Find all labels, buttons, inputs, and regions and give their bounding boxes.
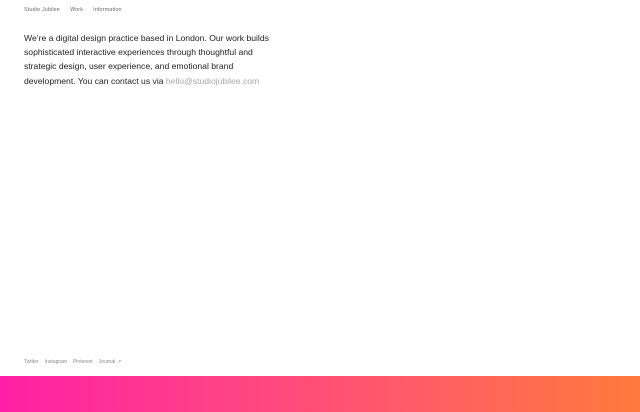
footer-journal-link[interactable]: Journal ↗ <box>99 358 122 366</box>
intro-paragraph: We’re a digital design practice based in… <box>24 31 286 88</box>
footer-pinterest-link[interactable]: Pinterest <box>73 358 93 366</box>
external-link-icon: ↗ <box>117 359 122 365</box>
footer-journal-label: Journal <box>98 359 116 365</box>
footer-twitter-link[interactable]: Twitter <box>24 358 39 366</box>
nav-information-link[interactable]: Information <box>93 6 122 14</box>
gradient-footer-bar <box>0 376 640 412</box>
contact-email-link[interactable]: hello@studiojubilee.com <box>166 76 259 86</box>
nav-studio-jubilee-link[interactable]: Studio Jubilee <box>24 6 60 14</box>
top-navigation: Studio Jubilee Work Information <box>24 6 122 14</box>
nav-work-link[interactable]: Work <box>70 6 83 14</box>
footer-links: Twitter Instagram Pinterest Journal ↗ <box>24 358 121 366</box>
page-root: Studio Jubilee Work Information We’re a … <box>0 0 640 412</box>
footer-instagram-link[interactable]: Instagram <box>45 358 67 366</box>
